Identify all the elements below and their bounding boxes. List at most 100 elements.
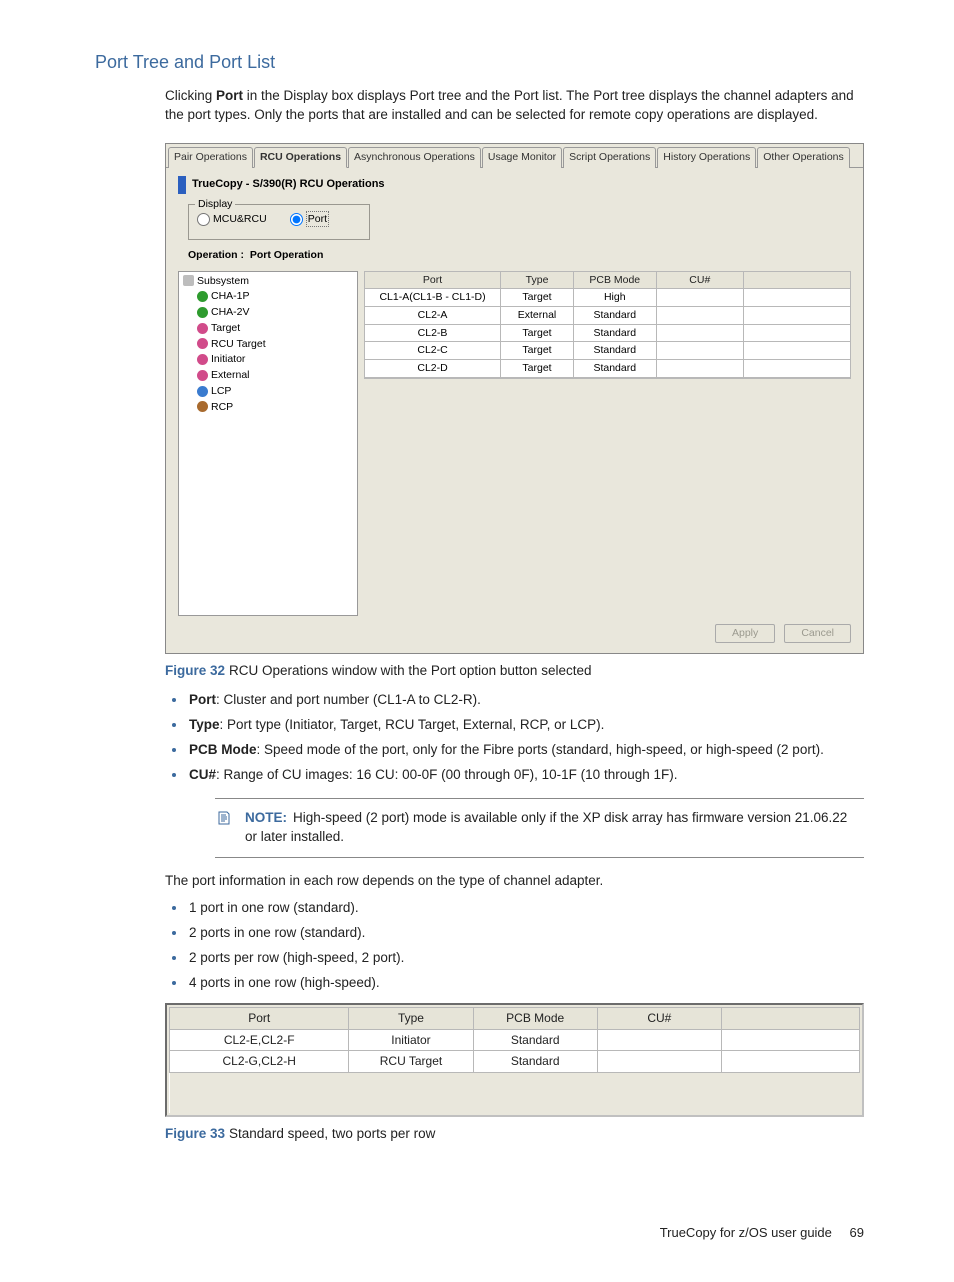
bullet-4port: 4 ports in one row (high-speed). — [187, 972, 864, 993]
radio-mcu-rcu[interactable]: MCU&RCU — [197, 212, 267, 227]
cell-pcb: Standard — [573, 306, 656, 324]
cell-pcb: Standard — [573, 360, 656, 378]
radio-mcu-rcu-input[interactable] — [197, 213, 210, 226]
lcp-icon — [197, 386, 208, 397]
page-footer: TrueCopy for z/OS user guide 69 — [95, 1224, 864, 1242]
adapter-icon — [197, 291, 208, 302]
tree-init-label: Initiator — [211, 353, 245, 365]
cancel-button[interactable]: Cancel — [784, 624, 851, 643]
port-table[interactable]: Port Type PCB Mode CU# CL1-A(CL1-B - CL1… — [364, 271, 851, 378]
term: CU# — [189, 767, 216, 782]
table-row[interactable]: CL2-B Target Standard — [365, 324, 851, 342]
note-text: High-speed (2 port) mode is available on… — [245, 810, 847, 844]
tree-rcu-target[interactable]: RCU Target — [183, 337, 353, 353]
bullet-2port-hs: 2 ports per row (high-speed, 2 port). — [187, 947, 864, 968]
intro-paragraph: Clicking Port in the Display box display… — [165, 87, 864, 125]
table-row[interactable]: CL2-C Target Standard — [365, 342, 851, 360]
radio-port[interactable]: Port — [290, 211, 329, 228]
fig33-spacer — [170, 1073, 860, 1114]
cell-spacer — [721, 1051, 859, 1073]
cell-spacer — [744, 306, 851, 324]
cell-type: Target — [501, 324, 574, 342]
rcp-icon — [197, 401, 208, 412]
tree-target[interactable]: Target — [183, 321, 353, 337]
bullet-pcb: PCB Mode: Speed mode of the port, only f… — [187, 739, 864, 760]
cell-port: CL2-B — [365, 324, 501, 342]
tree-ext-label: External — [211, 369, 250, 381]
figure-32-caption: Figure 32RCU Operations window with the … — [165, 662, 864, 681]
table-row[interactable]: CL2-A External Standard — [365, 306, 851, 324]
cell-type: External — [501, 306, 574, 324]
cell-type: RCU Target — [349, 1051, 473, 1073]
cell-cu — [656, 324, 743, 342]
port-tree[interactable]: Subsystem CHA-1P CHA-2V Target RCU Targe… — [178, 271, 358, 617]
tab-bar: Pair Operations RCU Operations Asynchron… — [166, 146, 863, 168]
cell-spacer — [744, 360, 851, 378]
tree-rcp[interactable]: RCP — [183, 400, 353, 416]
table-row[interactable]: CL2-D Target Standard — [365, 360, 851, 378]
term: PCB Mode — [189, 742, 257, 757]
tree-root[interactable]: Subsystem — [183, 274, 353, 290]
tree-cha1p-label: CHA-1P — [211, 290, 250, 302]
grid-empty-area — [364, 378, 851, 379]
tree-lcp[interactable]: LCP — [183, 384, 353, 400]
cell-cu — [656, 342, 743, 360]
operation-label: Operation : — [188, 249, 244, 261]
adapter-icon — [197, 307, 208, 318]
cell-cu — [656, 360, 743, 378]
tab-pair-operations[interactable]: Pair Operations — [168, 147, 253, 168]
bullet-cu: CU#: Range of CU images: 16 CU: 00-0F (0… — [187, 764, 864, 785]
note-label: NOTE: — [245, 810, 287, 825]
button-row: Apply Cancel — [178, 624, 851, 643]
col-port[interactable]: Port — [365, 271, 501, 289]
figure-32-text: RCU Operations window with the Port opti… — [229, 663, 591, 678]
field-bullets: Port: Cluster and port number (CL1-A to … — [165, 689, 864, 785]
figure-33-panel: Port Type PCB Mode CU# CL2-E,CL2-F Initi… — [165, 1003, 864, 1117]
bullet-1port: 1 port in one row (standard). — [187, 897, 864, 918]
note-icon — [215, 810, 233, 832]
tree-cha2v[interactable]: CHA-2V — [183, 305, 353, 321]
cell-cu — [597, 1029, 721, 1051]
pane-title-row: TrueCopy - S/390(R) RCU Operations — [178, 176, 851, 194]
tab-other-operations[interactable]: Other Operations — [757, 147, 850, 168]
cell-cu — [597, 1051, 721, 1073]
fig33-header: Port Type PCB Mode CU# — [170, 1007, 860, 1029]
cell-port: CL2-A — [365, 306, 501, 324]
body-paragraph: The port information in each row depends… — [165, 872, 864, 891]
col-type: Type — [349, 1007, 473, 1029]
tree-initiator[interactable]: Initiator — [183, 352, 353, 368]
cell-port: CL2-E,CL2-F — [170, 1029, 349, 1051]
bullet-port: Port: Cluster and port number (CL1-A to … — [187, 689, 864, 710]
desc: : Speed mode of the port, only for the F… — [257, 742, 824, 757]
cell-pcb: Standard — [473, 1029, 597, 1051]
radio-port-input[interactable] — [290, 213, 303, 226]
pane-title: TrueCopy - S/390(R) RCU Operations — [192, 177, 385, 192]
tree-cha2v-label: CHA-2V — [211, 306, 250, 318]
tab-script-operations[interactable]: Script Operations — [563, 147, 656, 168]
figure-33-text: Standard speed, two ports per row — [229, 1126, 435, 1141]
col-type[interactable]: Type — [501, 271, 574, 289]
apply-button[interactable]: Apply — [715, 624, 775, 643]
title-accent-bar — [178, 176, 186, 194]
tab-rcu-operations[interactable]: RCU Operations — [254, 147, 347, 168]
cell-pcb: Standard — [473, 1051, 597, 1073]
term: Port — [189, 692, 216, 707]
port-grid-area: Port Type PCB Mode CU# CL1-A(CL1-B - CL1… — [364, 271, 851, 379]
table-row[interactable]: CL1-A(CL1-B - CL1-D) Target High — [365, 289, 851, 307]
desc: : Cluster and port number (CL1-A to CL2-… — [216, 692, 481, 707]
col-pcb[interactable]: PCB Mode — [573, 271, 656, 289]
tab-usage-monitor[interactable]: Usage Monitor — [482, 147, 562, 168]
desc: : Port type (Initiator, Target, RCU Targ… — [220, 717, 605, 732]
tree-cha1p[interactable]: CHA-1P — [183, 289, 353, 305]
row-count-bullets: 1 port in one row (standard). 2 ports in… — [165, 897, 864, 993]
tab-async-operations[interactable]: Asynchronous Operations — [348, 147, 481, 168]
external-icon — [197, 370, 208, 381]
tree-external[interactable]: External — [183, 368, 353, 384]
cell-port: CL2-G,CL2-H — [170, 1051, 349, 1073]
intro-bold: Port — [216, 88, 243, 103]
col-cu[interactable]: CU# — [656, 271, 743, 289]
cell-pcb: Standard — [573, 324, 656, 342]
table-row: CL2-G,CL2-H RCU Target Standard — [170, 1051, 860, 1073]
operation-value: Port Operation — [250, 249, 324, 261]
tab-history-operations[interactable]: History Operations — [657, 147, 756, 168]
